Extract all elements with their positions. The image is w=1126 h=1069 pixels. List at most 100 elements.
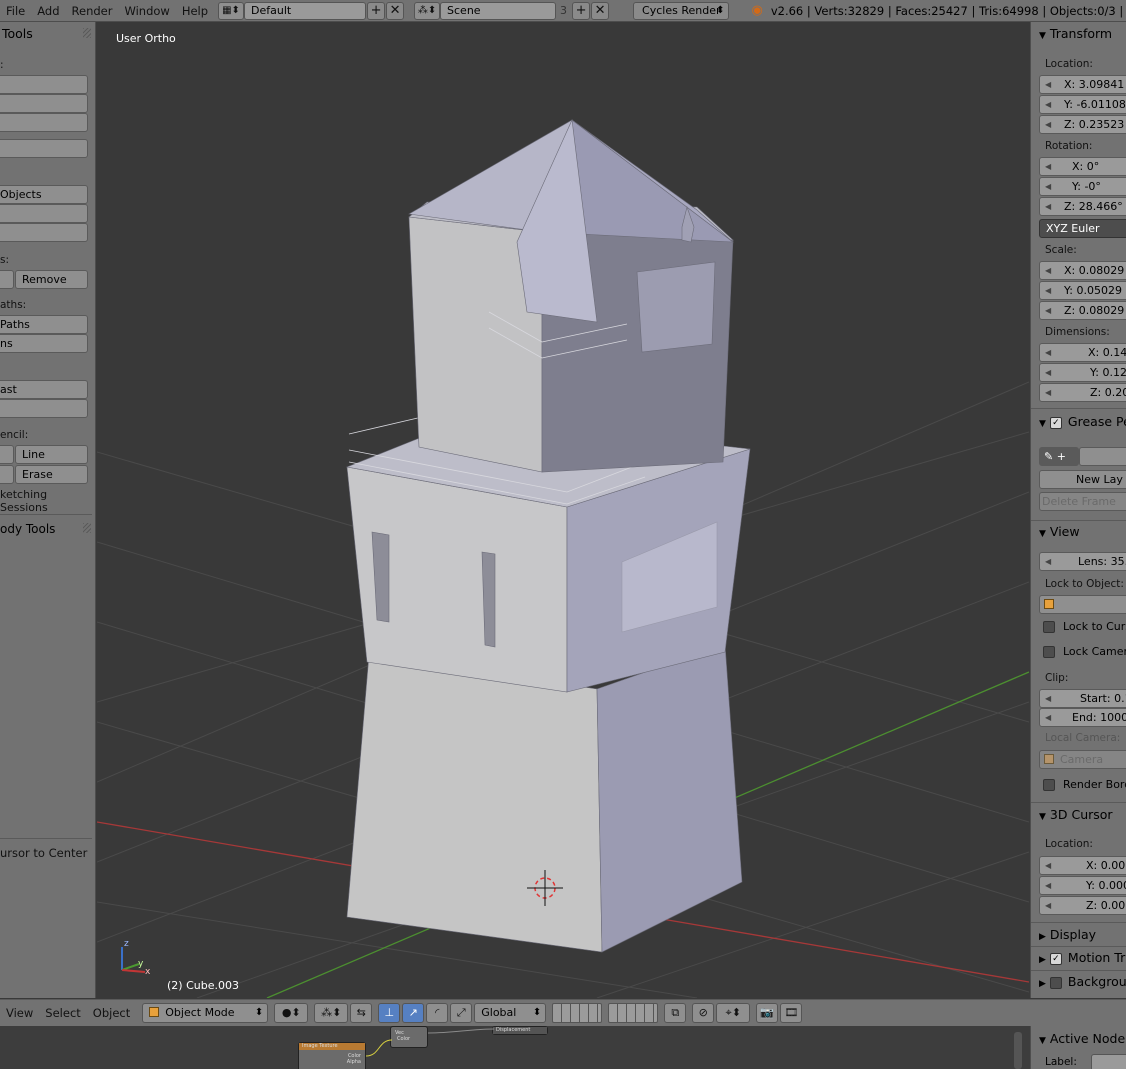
delete-screen-icon[interactable]: ✕ <box>386 1 405 20</box>
cursor-to-center-button[interactable]: ursor to Center <box>0 846 87 860</box>
scale-y-field[interactable]: ◀ Y: 0.05029 <box>1039 281 1126 300</box>
scale-x-field[interactable]: ◀ X: 0.08029 <box>1039 261 1126 280</box>
manipulator-toggle-icon[interactable]: ⇆ <box>350 1003 373 1023</box>
render-border-checkbox[interactable]: Render Borde <box>1043 778 1126 791</box>
dimensions-x-field[interactable]: ◀X: 0.149 <box>1039 343 1126 362</box>
scale-z-field[interactable]: ◀ Z: 0.08029 <box>1039 301 1126 320</box>
dimensions-z-field[interactable]: ◀Z: 0.209 <box>1039 383 1126 402</box>
motion-tracking-checkbox[interactable]: ✓ <box>1049 952 1062 965</box>
cursor-x-field[interactable]: ◀X: 0.000 <box>1039 856 1126 875</box>
background-images-checkbox[interactable] <box>1049 976 1062 989</box>
new-layer-button[interactable]: New Lay <box>1039 470 1126 489</box>
menu-help[interactable]: Help <box>176 0 214 21</box>
delete-scene-icon[interactable]: ✕ <box>591 1 610 20</box>
tool-button-objects[interactable]: Objects <box>0 185 88 204</box>
proportional-edit-icon[interactable]: ⊘ <box>692 1003 715 1023</box>
tool-button[interactable] <box>0 270 14 289</box>
tool-button[interactable] <box>0 223 88 242</box>
tool-button[interactable]: ns <box>0 334 88 353</box>
rotation-mode-select[interactable]: XYZ Euler <box>1039 219 1126 238</box>
scale-manipulator-icon[interactable]: ⤢ <box>450 1003 473 1023</box>
poly-button[interactable] <box>0 465 14 484</box>
tool-button[interactable] <box>0 204 88 223</box>
panel-grip-icon[interactable] <box>83 28 91 38</box>
add-screen-icon[interactable]: + <box>367 1 386 20</box>
sketching-sessions-toggle[interactable]: ketching Sessions <box>0 488 95 514</box>
local-camera-field[interactable]: Camera <box>1039 750 1126 769</box>
render-animation-icon[interactable]: 🎞 <box>780 1003 803 1023</box>
add-scene-icon[interactable]: + <box>572 1 591 20</box>
render-opengl-icon[interactable]: 📷 <box>756 1003 779 1023</box>
line-button[interactable]: Line <box>15 445 88 464</box>
rotate-arc-icon[interactable]: ◜ <box>426 1003 449 1023</box>
cursor-y-field[interactable]: ◀ Y: 0.000 <box>1039 876 1126 895</box>
tool-button[interactable] <box>0 139 88 158</box>
collapse-icon[interactable]: ▼ <box>1039 419 1046 429</box>
collapse-icon[interactable]: ▼ <box>1039 31 1046 41</box>
viewport-canvas[interactable]: z y x <box>97 22 1029 998</box>
location-y-field[interactable]: ◀ Y: -6.01108 <box>1039 95 1126 114</box>
grease-pencil-checkbox[interactable]: ✓ <box>1049 416 1062 429</box>
pencil-icon[interactable]: ✎ + <box>1039 447 1079 466</box>
dimensions-y-field[interactable]: ◀Y: 0.121 <box>1039 363 1126 382</box>
erase-button[interactable]: Erase <box>15 465 88 484</box>
background-images-panel-title[interactable]: ▶ Backgrou <box>1039 974 1126 989</box>
collapse-icon[interactable]: ▼ <box>1039 812 1046 822</box>
menu-render[interactable]: Render <box>66 0 119 21</box>
panel-grip-icon[interactable] <box>83 523 91 533</box>
tools-panel-title[interactable]: Tools <box>2 26 33 41</box>
lock-to-cursor-checkbox[interactable]: Lock to Curso <box>1043 620 1126 633</box>
scene-field[interactable]: Scene <box>440 1 557 20</box>
draw-button[interactable] <box>0 445 14 464</box>
lock-layers-icon[interactable]: ⧉ <box>664 1003 687 1023</box>
active-node-title[interactable]: ▼ Active Node <box>1039 1031 1125 1046</box>
clip-end-field[interactable]: ◀ End: 1000. <box>1039 708 1126 727</box>
tool-button[interactable] <box>0 113 88 132</box>
tool-button[interactable] <box>0 399 88 418</box>
menu-view[interactable]: View <box>0 1006 39 1020</box>
lens-field[interactable]: ◀Lens: 35.0 <box>1039 552 1126 571</box>
rotation-x-field[interactable]: ◀ X: 0° <box>1039 157 1126 176</box>
grease-pencil-panel-title[interactable]: ▼ ✓ Grease Pe <box>1039 414 1126 429</box>
collapse-icon[interactable]: ▼ <box>1039 529 1046 539</box>
tool-button[interactable] <box>0 94 88 113</box>
viewport-shading-icon[interactable]: ●⬍ <box>274 1003 309 1023</box>
expand-icon[interactable]: ▶ <box>1039 955 1046 965</box>
paths-button[interactable]: Paths <box>0 315 88 334</box>
rigid-body-tools-title[interactable]: ody Tools <box>0 522 55 536</box>
tool-button[interactable]: ast <box>0 380 88 399</box>
menu-add[interactable]: Add <box>31 0 65 21</box>
transform-panel-title[interactable]: ▼ Transform <box>1039 26 1112 41</box>
motion-tracking-panel-title[interactable]: ▶ ✓ Motion Tr <box>1039 950 1125 965</box>
node-label-input[interactable] <box>1091 1054 1126 1069</box>
render-engine-select[interactable]: Cycles Render <box>633 1 730 20</box>
rotation-y-field[interactable]: ◀ Y: -0° <box>1039 177 1126 196</box>
translate-manipulator-icon[interactable]: ⊥ <box>378 1003 401 1023</box>
lock-object-field[interactable] <box>1039 595 1126 614</box>
expand-icon[interactable]: ▶ <box>1039 932 1046 942</box>
scene-icon[interactable]: ⁂⬍ <box>414 1 441 20</box>
menu-file[interactable]: File <box>0 0 31 21</box>
menu-window[interactable]: Window <box>118 0 175 21</box>
snap-icon[interactable]: ⌖⬍ <box>716 1003 751 1023</box>
view-panel-title[interactable]: ▼ View <box>1039 524 1080 539</box>
clip-start-field[interactable]: ◀Start: 0.1 <box>1039 689 1126 708</box>
screen-layout-icon[interactable]: ▦⬍ <box>218 1 245 20</box>
transform-orientation-select[interactable]: Global <box>474 1003 547 1023</box>
remove-button[interactable]: Remove <box>15 270 88 289</box>
grease-layer-field[interactable]: N <box>1079 447 1126 466</box>
3d-cursor-panel-title[interactable]: ▼ 3D Cursor <box>1039 807 1113 822</box>
tool-button[interactable] <box>0 75 88 94</box>
layers-group-1[interactable] <box>552 1003 603 1023</box>
menu-select[interactable]: Select <box>39 1006 86 1020</box>
node-editor-scrollbar[interactable] <box>1014 1032 1022 1069</box>
layers-group-2[interactable] <box>608 1003 659 1023</box>
pivot-point-icon[interactable]: ⁂⬍ <box>314 1003 349 1023</box>
display-panel-title[interactable]: ▶ Display <box>1039 927 1096 942</box>
rotate-manipulator-icon[interactable]: ↗ <box>402 1003 425 1023</box>
rotation-z-field[interactable]: ◀ Z: 28.466° <box>1039 197 1126 216</box>
3d-viewport[interactable]: z y x User Ortho (2) Cube.003 <box>97 22 1029 998</box>
location-z-field[interactable]: ◀ Z: 0.23523 <box>1039 115 1126 134</box>
lock-camera-checkbox[interactable]: Lock Camera <box>1043 645 1126 658</box>
expand-icon[interactable]: ▶ <box>1039 979 1046 989</box>
